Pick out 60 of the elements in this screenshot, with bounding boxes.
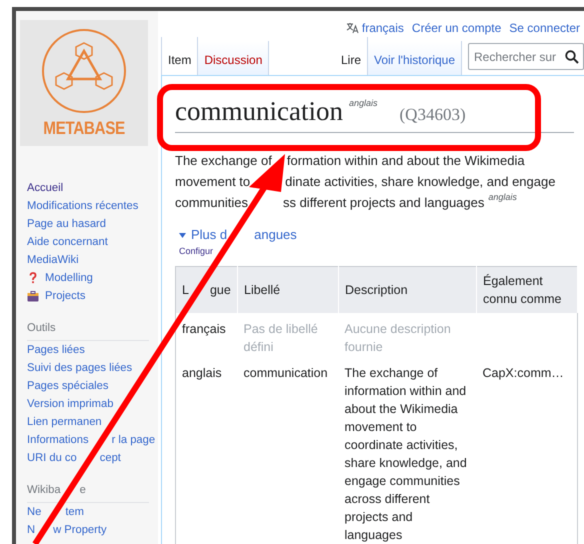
tab[interactable]: Discussion: [198, 41, 270, 75]
sidebar-heading: Wikiba: [27, 484, 61, 496]
page-title: communication: [175, 95, 343, 128]
search-field[interactable]: Rechercher sur: [468, 43, 584, 70]
sidebar-link[interactable]: Projects: [45, 287, 86, 305]
header-link[interactable]: Se connecter: [509, 19, 580, 37]
sidebar-link[interactable]: Modelling: [45, 269, 93, 287]
toolbox-icon: [27, 290, 39, 302]
sidebar-link[interactable]: tem: [65, 506, 84, 518]
table-cell-text: communication: [244, 365, 329, 382]
sidebar-link[interactable]: Informations: [27, 434, 89, 446]
language-tag: anglais: [488, 192, 517, 202]
sidebar-link[interactable]: Version imprimab: [27, 398, 114, 410]
sidebar-link[interactable]: Pages spéciales: [27, 380, 108, 392]
table-cell-text: Aucune description fournie: [344, 321, 452, 356]
description-text: The exchange of: [175, 152, 272, 170]
logo-text: METABASE: [43, 119, 125, 137]
question-icon: [27, 272, 39, 284]
triangle-icon[interactable]: [179, 232, 186, 238]
language-link[interactable]: français: [362, 19, 404, 37]
sidebar-link[interactable]: Accueil: [27, 179, 149, 197]
logo-icon: [40, 27, 128, 115]
sidebar-link[interactable]: Lien permanen: [27, 416, 102, 428]
sidebar-link[interactable]: Page au hasard: [27, 215, 149, 233]
search-icon[interactable]: [565, 50, 579, 64]
more-languages-link[interactable]: angues: [254, 227, 297, 243]
configure-link[interactable]: Configur: [179, 245, 214, 257]
description-text: formation within and about the Wikimedia: [286, 152, 525, 170]
table-cell-text: CapX:comm…: [482, 365, 565, 382]
column-header: Également connu comme: [483, 273, 563, 308]
column-header: Libellé: [244, 282, 280, 299]
column-header: gue: [210, 282, 231, 299]
table-cell-text: Pas de libellé défini: [244, 321, 319, 356]
table-cell-text: The exchange of information within and about the Wikimedia movement to coordinate activities, share knowledge, and engage communities across different projects and languages: [344, 365, 468, 544]
translate-icon[interactable]: [346, 22, 359, 34]
table-cell-text: anglais: [182, 365, 223, 382]
description-text: communities: [175, 194, 248, 212]
sidebar-link[interactable]: cept: [100, 452, 121, 464]
column-header: L: [182, 282, 189, 299]
sidebar-link[interactable]: Pages liées: [27, 344, 85, 356]
sidebar-link[interactable]: w Property: [53, 524, 107, 536]
column-header: Description: [345, 282, 408, 299]
sidebar-link[interactable]: Aide concernant MediaWiki: [27, 233, 149, 269]
sidebar-link[interactable]: Suivi des pages liées: [27, 362, 132, 374]
language-tag: anglais: [348, 98, 378, 108]
description-text: dinate activities, share knowledge, and engage: [285, 173, 556, 191]
table-cell-text: français: [182, 321, 227, 338]
header-link[interactable]: Créer un compte: [412, 19, 502, 37]
more-languages-link[interactable]: Plus d: [191, 227, 228, 243]
tab[interactable]: Voir l'historique: [368, 41, 462, 75]
item-id: (Q34603): [400, 105, 466, 125]
sidebar-link[interactable]: Modifications récentes: [27, 197, 149, 215]
sidebar-heading: Outils: [27, 322, 56, 334]
description-text: movement to: [175, 173, 250, 191]
sidebar-link[interactable]: r la page: [112, 434, 156, 446]
sidebar-link[interactable]: N: [27, 524, 36, 536]
sidebar-link[interactable]: URI du co: [27, 452, 77, 464]
sidebar-heading: e: [80, 484, 86, 496]
description-text: ss different projects and languages: [282, 194, 484, 212]
sidebar-link[interactable]: Ne: [27, 506, 42, 518]
